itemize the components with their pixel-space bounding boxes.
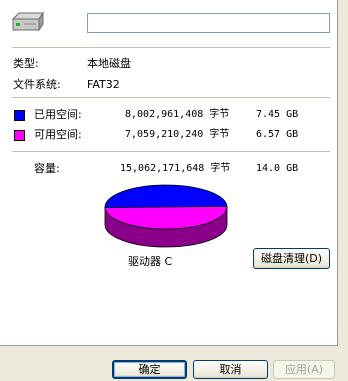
- panel-border: [0, 345, 338, 346]
- free-space-label: 可用空间:: [34, 128, 82, 141]
- free-space-bytes: 7,059,210,240 字节: [125, 129, 230, 140]
- type-value: 本地磁盘: [87, 57, 131, 70]
- dialog-edge: [338, 0, 348, 346]
- disk-cleanup-button[interactable]: 磁盘清理(D): [253, 248, 330, 269]
- divider: [12, 151, 330, 152]
- used-space-bytes: 8,002,961,408 字节: [125, 109, 230, 120]
- filesystem-label: 文件系统:: [13, 78, 61, 91]
- used-space-label: 已用空间:: [34, 108, 82, 121]
- free-space-color-swatch: [14, 130, 25, 141]
- used-space-color-swatch: [14, 110, 25, 121]
- cancel-button[interactable]: 取消: [193, 360, 268, 379]
- divider: [12, 97, 330, 98]
- ok-button[interactable]: 确定: [112, 360, 187, 379]
- disk-usage-pie-chart: [104, 184, 228, 248]
- drive-name-input[interactable]: [87, 13, 330, 33]
- drive-label: 驱动器 C: [128, 255, 173, 268]
- type-label: 类型:: [13, 57, 39, 70]
- free-space-size: 6.57 GB: [256, 129, 299, 140]
- hard-drive-icon: [11, 11, 44, 32]
- apply-button[interactable]: 应用(A): [273, 360, 335, 379]
- capacity-label: 容量:: [34, 162, 60, 175]
- capacity-bytes: 15,062,171,648 字节: [120, 163, 231, 174]
- used-space-slice: [104, 184, 228, 209]
- used-space-size: 7.45 GB: [256, 109, 299, 120]
- divider: [12, 47, 330, 48]
- capacity-size: 14.0 GB: [256, 163, 299, 174]
- filesystem-value: FAT32: [87, 78, 120, 91]
